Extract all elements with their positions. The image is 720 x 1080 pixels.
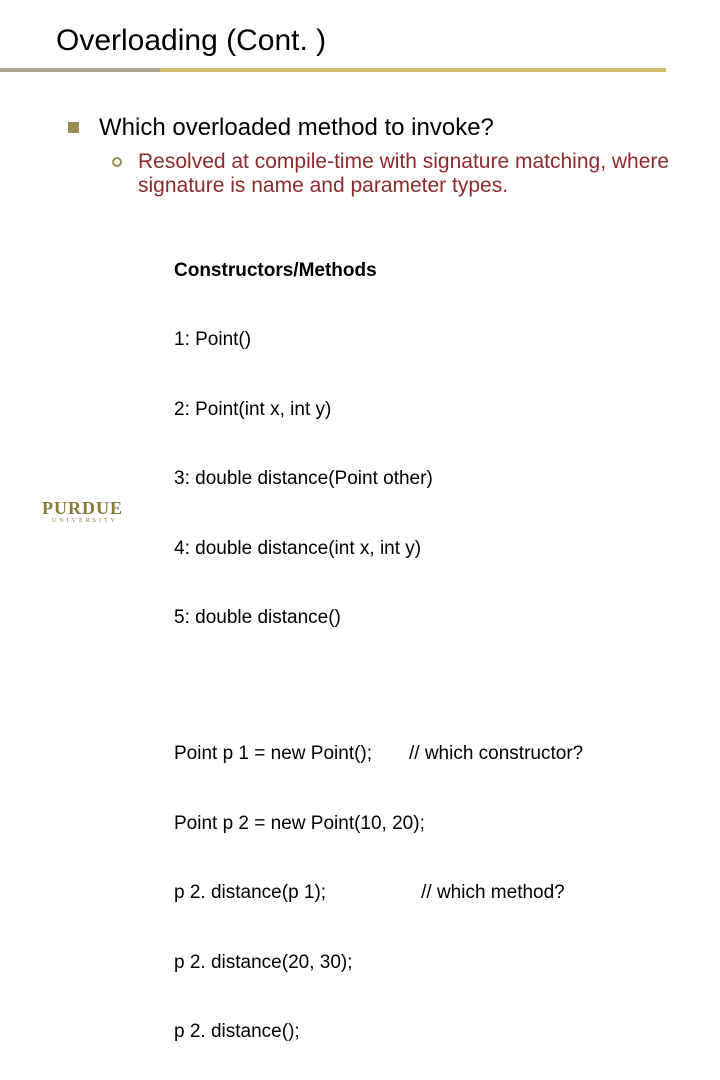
circle-bullet-icon (112, 157, 122, 167)
bullet-2-text: Resolved at compile-time with signature … (138, 150, 680, 198)
bullet-1-text: Which overloaded method to invoke? (99, 114, 494, 142)
logo-sub: UNIVERSITY (52, 518, 123, 524)
constructors-header: Constructors/Methods (174, 259, 680, 282)
bullet-level-2: Resolved at compile-time with signature … (112, 150, 680, 198)
bullet-level-1: Which overloaded method to invoke? (68, 114, 680, 142)
purdue-logo: PURDUE UNIVERSITY (42, 498, 123, 524)
code-line: 3: double distance(Point other) (174, 467, 680, 490)
example-line: p 2. distance(p 1); // which method? (174, 881, 680, 904)
slide-title: Overloading (Cont. ) (56, 24, 680, 58)
example-line: Point p 1 = new Point(); // which constr… (174, 742, 680, 765)
example-line: Point p 2 = new Point(10, 20); (174, 812, 680, 835)
title-divider (0, 68, 720, 72)
example-line: p 2. distance(20, 30); (174, 951, 680, 974)
code-line: 2: Point(int x, int y) (174, 398, 680, 421)
code-line: 1: Point() (174, 328, 680, 351)
examples-block: Point p 1 = new Point(); // which constr… (174, 696, 680, 1080)
constructors-block: Constructors/Methods 1: Point() 2: Point… (174, 212, 680, 675)
example-line: p 2. distance(); (174, 1020, 680, 1043)
square-bullet-icon (68, 122, 79, 133)
code-line: 4: double distance(int x, int y) (174, 537, 680, 560)
logo-name: PURDUE (42, 498, 123, 518)
code-line: 5: double distance() (174, 606, 680, 629)
